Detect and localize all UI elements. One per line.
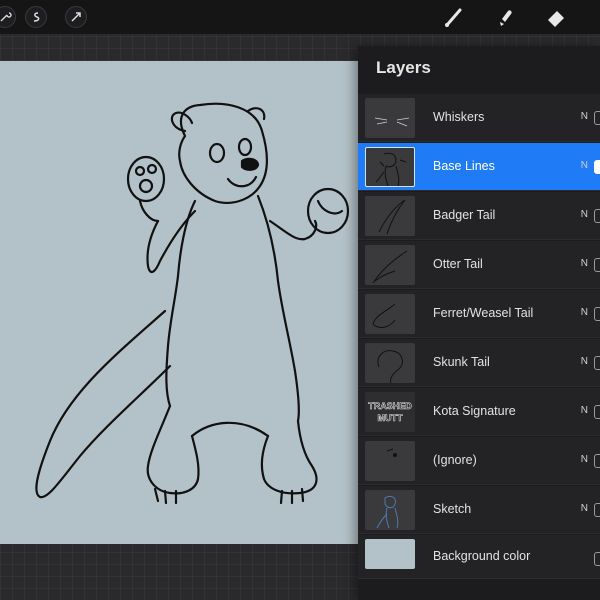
- layer-row[interactable]: Badger Tail N: [358, 192, 600, 240]
- layer-name: Otter Tail: [433, 257, 483, 271]
- layer-thumbnail: [365, 245, 415, 285]
- layer-row[interactable]: Whiskers N: [358, 94, 600, 142]
- visibility-checkbox[interactable]: [594, 552, 600, 566]
- layer-row[interactable]: (Ignore) N: [358, 437, 600, 485]
- layer-row[interactable]: Ferret/Weasel Tail N: [358, 290, 600, 338]
- layer-name: Background color: [433, 549, 531, 563]
- otter-line-art: [35, 102, 350, 505]
- visibility-checkbox[interactable]: [594, 503, 600, 517]
- layer-row[interactable]: Base Lines N: [358, 143, 600, 191]
- visibility-checkbox[interactable]: [594, 454, 600, 468]
- visibility-checkbox[interactable]: [594, 160, 600, 174]
- layer-thumbnail: [365, 343, 415, 383]
- layer-row[interactable]: Otter Tail N: [358, 241, 600, 289]
- blend-mode-button[interactable]: N: [581, 405, 588, 416]
- blend-mode-button[interactable]: N: [581, 307, 588, 318]
- trashed-mutt-logo: TRASHED MUTT: [365, 392, 415, 432]
- visibility-checkbox[interactable]: [594, 258, 600, 272]
- blend-mode-button[interactable]: N: [581, 111, 588, 122]
- visibility-checkbox[interactable]: [594, 405, 600, 419]
- brush-icon[interactable]: [442, 5, 466, 29]
- blend-mode-button[interactable]: N: [581, 209, 588, 220]
- layer-thumbnail: [365, 196, 415, 236]
- wrench-icon[interactable]: [0, 6, 16, 28]
- layers-panel: Layers Whiskers N Base Lines N Badger Ta…: [358, 46, 600, 600]
- visibility-checkbox[interactable]: [594, 209, 600, 223]
- adjustments-icon[interactable]: [25, 6, 47, 28]
- layer-name: Kota Signature: [433, 404, 516, 418]
- blend-mode-button[interactable]: N: [581, 503, 588, 514]
- drawing-canvas[interactable]: [0, 61, 360, 544]
- blend-mode-button[interactable]: N: [581, 454, 588, 465]
- layer-thumbnail: [365, 441, 415, 481]
- layer-name: Badger Tail: [433, 208, 496, 222]
- selection-icon[interactable]: [65, 6, 87, 28]
- blend-mode-button[interactable]: N: [581, 160, 588, 171]
- visibility-checkbox[interactable]: [594, 356, 600, 370]
- svg-text:MUTT: MUTT: [378, 413, 403, 423]
- layer-thumbnail: [365, 98, 415, 138]
- layer-thumbnail: [365, 294, 415, 334]
- layer-row[interactable]: Skunk Tail N: [358, 339, 600, 387]
- layer-name: (Ignore): [433, 453, 477, 467]
- layer-name: Base Lines: [433, 159, 495, 173]
- blend-mode-button[interactable]: N: [581, 356, 588, 367]
- blend-mode-button[interactable]: N: [581, 258, 588, 269]
- layers-panel-title: Layers: [376, 58, 431, 77]
- background-color-layer[interactable]: Background color: [358, 535, 600, 579]
- svg-text:TRASHED: TRASHED: [368, 401, 412, 411]
- layer-thumbnail: [365, 490, 415, 530]
- layer-name: Whiskers: [433, 110, 485, 124]
- layer-name: Ferret/Weasel Tail: [433, 306, 534, 320]
- layer-name: Skunk Tail: [433, 355, 490, 369]
- top-toolbar: [0, 0, 600, 34]
- layer-name: Sketch: [433, 502, 472, 516]
- visibility-checkbox[interactable]: [594, 307, 600, 321]
- layer-row[interactable]: Sketch N: [358, 486, 600, 534]
- background-color-swatch: [365, 539, 415, 569]
- visibility-checkbox[interactable]: [594, 111, 600, 125]
- layer-row[interactable]: TRASHED MUTT Kota Signature N: [358, 388, 600, 436]
- eraser-icon[interactable]: [544, 5, 568, 29]
- layer-thumbnail: [365, 147, 415, 187]
- smudge-icon[interactable]: [494, 5, 518, 29]
